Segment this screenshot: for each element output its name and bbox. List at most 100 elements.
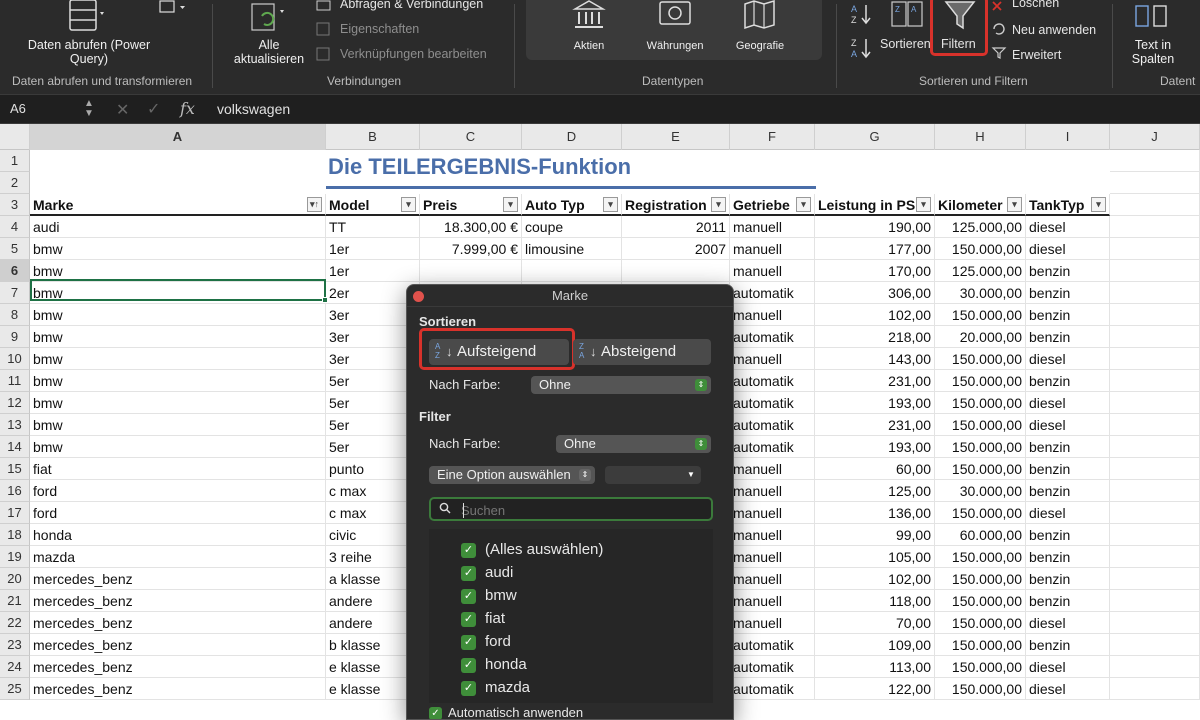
- sort-button[interactable]: Sortieren: [880, 37, 931, 51]
- row-header[interactable]: 17: [0, 502, 30, 524]
- table-cell[interactable]: manuell: [730, 546, 815, 568]
- table-cell[interactable]: benzin: [1026, 480, 1110, 502]
- empty-cell[interactable]: [1110, 656, 1200, 678]
- refresh-icon[interactable]: [248, 2, 288, 36]
- table-cell[interactable]: mercedes_benz: [30, 590, 326, 612]
- sheet-title[interactable]: Die TEILERGEBNIS-Funktion: [328, 154, 631, 180]
- clear-button[interactable]: Löschen: [1012, 0, 1059, 10]
- close-icon[interactable]: [413, 291, 424, 302]
- filter-dropdown-icon[interactable]: ▾: [401, 197, 416, 212]
- table-cell[interactable]: 150.000,00: [935, 656, 1026, 678]
- table-cell[interactable]: 122,00: [815, 678, 935, 700]
- empty-cell[interactable]: [1110, 194, 1200, 216]
- column-header-a[interactable]: A: [30, 124, 326, 150]
- table-cell[interactable]: TT: [326, 216, 420, 238]
- empty-cell[interactable]: [1110, 238, 1200, 260]
- empty-cell[interactable]: [1110, 480, 1200, 502]
- table-cell[interactable]: automatik: [730, 414, 815, 436]
- table-cell[interactable]: 70,00: [815, 612, 935, 634]
- table-cell[interactable]: 2007: [622, 238, 730, 260]
- table-cell[interactable]: [420, 260, 522, 282]
- table-cell[interactable]: ford: [30, 502, 326, 524]
- table-cell[interactable]: benzin: [1026, 304, 1110, 326]
- table-cell[interactable]: diesel: [1026, 656, 1110, 678]
- empty-cell[interactable]: [1110, 568, 1200, 590]
- table-cell[interactable]: bmw: [30, 370, 326, 392]
- empty-cell[interactable]: [1110, 172, 1200, 194]
- table-cell[interactable]: 20.000,00: [935, 326, 1026, 348]
- option-select[interactable]: Eine Option auswählen ⇕: [429, 466, 595, 484]
- row-header[interactable]: 3: [0, 194, 30, 216]
- table-cell[interactable]: manuell: [730, 502, 815, 524]
- table-cell[interactable]: automatik: [730, 678, 815, 700]
- checkbox-checked-icon[interactable]: ✓: [461, 566, 476, 581]
- table-cell[interactable]: 105,00: [815, 546, 935, 568]
- table-cell[interactable]: benzin: [1026, 546, 1110, 568]
- table-cell[interactable]: honda: [30, 524, 326, 546]
- currency-icon[interactable]: [657, 0, 695, 30]
- table-cell[interactable]: 150.000,00: [935, 392, 1026, 414]
- table-cell[interactable]: 150.000,00: [935, 568, 1026, 590]
- sort-az-icon[interactable]: A Z: [850, 2, 876, 26]
- row-header[interactable]: 19: [0, 546, 30, 568]
- filter-by-color-select[interactable]: Ohne ⇕: [556, 435, 711, 453]
- table-cell[interactable]: 150.000,00: [935, 678, 1026, 700]
- table-cell[interactable]: benzin: [1026, 326, 1110, 348]
- empty-cell[interactable]: [1110, 458, 1200, 480]
- table-cell[interactable]: 150.000,00: [935, 546, 1026, 568]
- table-cell[interactable]: manuell: [730, 348, 815, 370]
- filter-button-highlight[interactable]: [930, 0, 988, 56]
- table-cell[interactable]: 306,00: [815, 282, 935, 304]
- table-cell[interactable]: 150.000,00: [935, 348, 1026, 370]
- table-cell[interactable]: 150.000,00: [935, 414, 1026, 436]
- table-cell[interactable]: bmw: [30, 348, 326, 370]
- table-header-cell[interactable]: Model ▾: [326, 194, 420, 216]
- search-field[interactable]: [429, 497, 713, 521]
- table-cell[interactable]: benzin: [1026, 458, 1110, 480]
- table-cell[interactable]: manuell: [730, 568, 815, 590]
- name-box[interactable]: A6: [10, 101, 26, 116]
- empty-cell[interactable]: [1110, 216, 1200, 238]
- empty-cell[interactable]: [1110, 414, 1200, 436]
- table-small-icon[interactable]: [158, 0, 188, 16]
- search-input[interactable]: [461, 501, 701, 519]
- column-header-h[interactable]: H: [935, 124, 1026, 150]
- row-header[interactable]: 1: [0, 150, 30, 172]
- column-header-e[interactable]: E: [622, 124, 730, 150]
- queries-connections-button[interactable]: Abfragen & Verbindungen: [340, 0, 483, 11]
- table-cell[interactable]: manuell: [730, 260, 815, 282]
- empty-cell[interactable]: [1110, 348, 1200, 370]
- table-cell[interactable]: manuell: [730, 458, 815, 480]
- table-cell[interactable]: manuell: [730, 238, 815, 260]
- fill-handle[interactable]: [322, 297, 328, 303]
- table-cell[interactable]: [622, 260, 730, 282]
- column-header-b[interactable]: B: [326, 124, 420, 150]
- table-cell[interactable]: diesel: [1026, 414, 1110, 436]
- table-cell[interactable]: automatik: [730, 282, 815, 304]
- insert-function-button[interactable]: fx: [180, 99, 195, 118]
- table-header-cell[interactable]: Preis ▾: [420, 194, 522, 216]
- empty-cell[interactable]: [1110, 634, 1200, 656]
- row-header[interactable]: 10: [0, 348, 30, 370]
- confirm-icon[interactable]: ✓: [147, 99, 160, 119]
- filter-sort-dropdown-icon[interactable]: ▾↑: [307, 197, 322, 212]
- table-cell[interactable]: 1er: [326, 238, 420, 260]
- table-cell[interactable]: diesel: [1026, 502, 1110, 524]
- row-header[interactable]: 2: [0, 172, 30, 194]
- table-header-cell[interactable]: TankTyp ▾: [1026, 194, 1110, 216]
- table-cell[interactable]: 150.000,00: [935, 304, 1026, 326]
- table-cell[interactable]: [522, 260, 622, 282]
- column-header-g[interactable]: G: [815, 124, 935, 150]
- table-cell[interactable]: manuell: [730, 304, 815, 326]
- table-cell[interactable]: diesel: [1026, 678, 1110, 700]
- table-cell[interactable]: 150.000,00: [935, 458, 1026, 480]
- table-cell[interactable]: mercedes_benz: [30, 656, 326, 678]
- datatype-stocks[interactable]: Aktien: [558, 39, 620, 53]
- row-header[interactable]: 15: [0, 458, 30, 480]
- reapply-button[interactable]: Neu anwenden: [1012, 23, 1096, 37]
- table-cell[interactable]: benzin: [1026, 634, 1110, 656]
- table-cell[interactable]: manuell: [730, 480, 815, 502]
- row-header[interactable]: 24: [0, 656, 30, 678]
- empty-cell[interactable]: [1110, 304, 1200, 326]
- table-cell[interactable]: mercedes_benz: [30, 678, 326, 700]
